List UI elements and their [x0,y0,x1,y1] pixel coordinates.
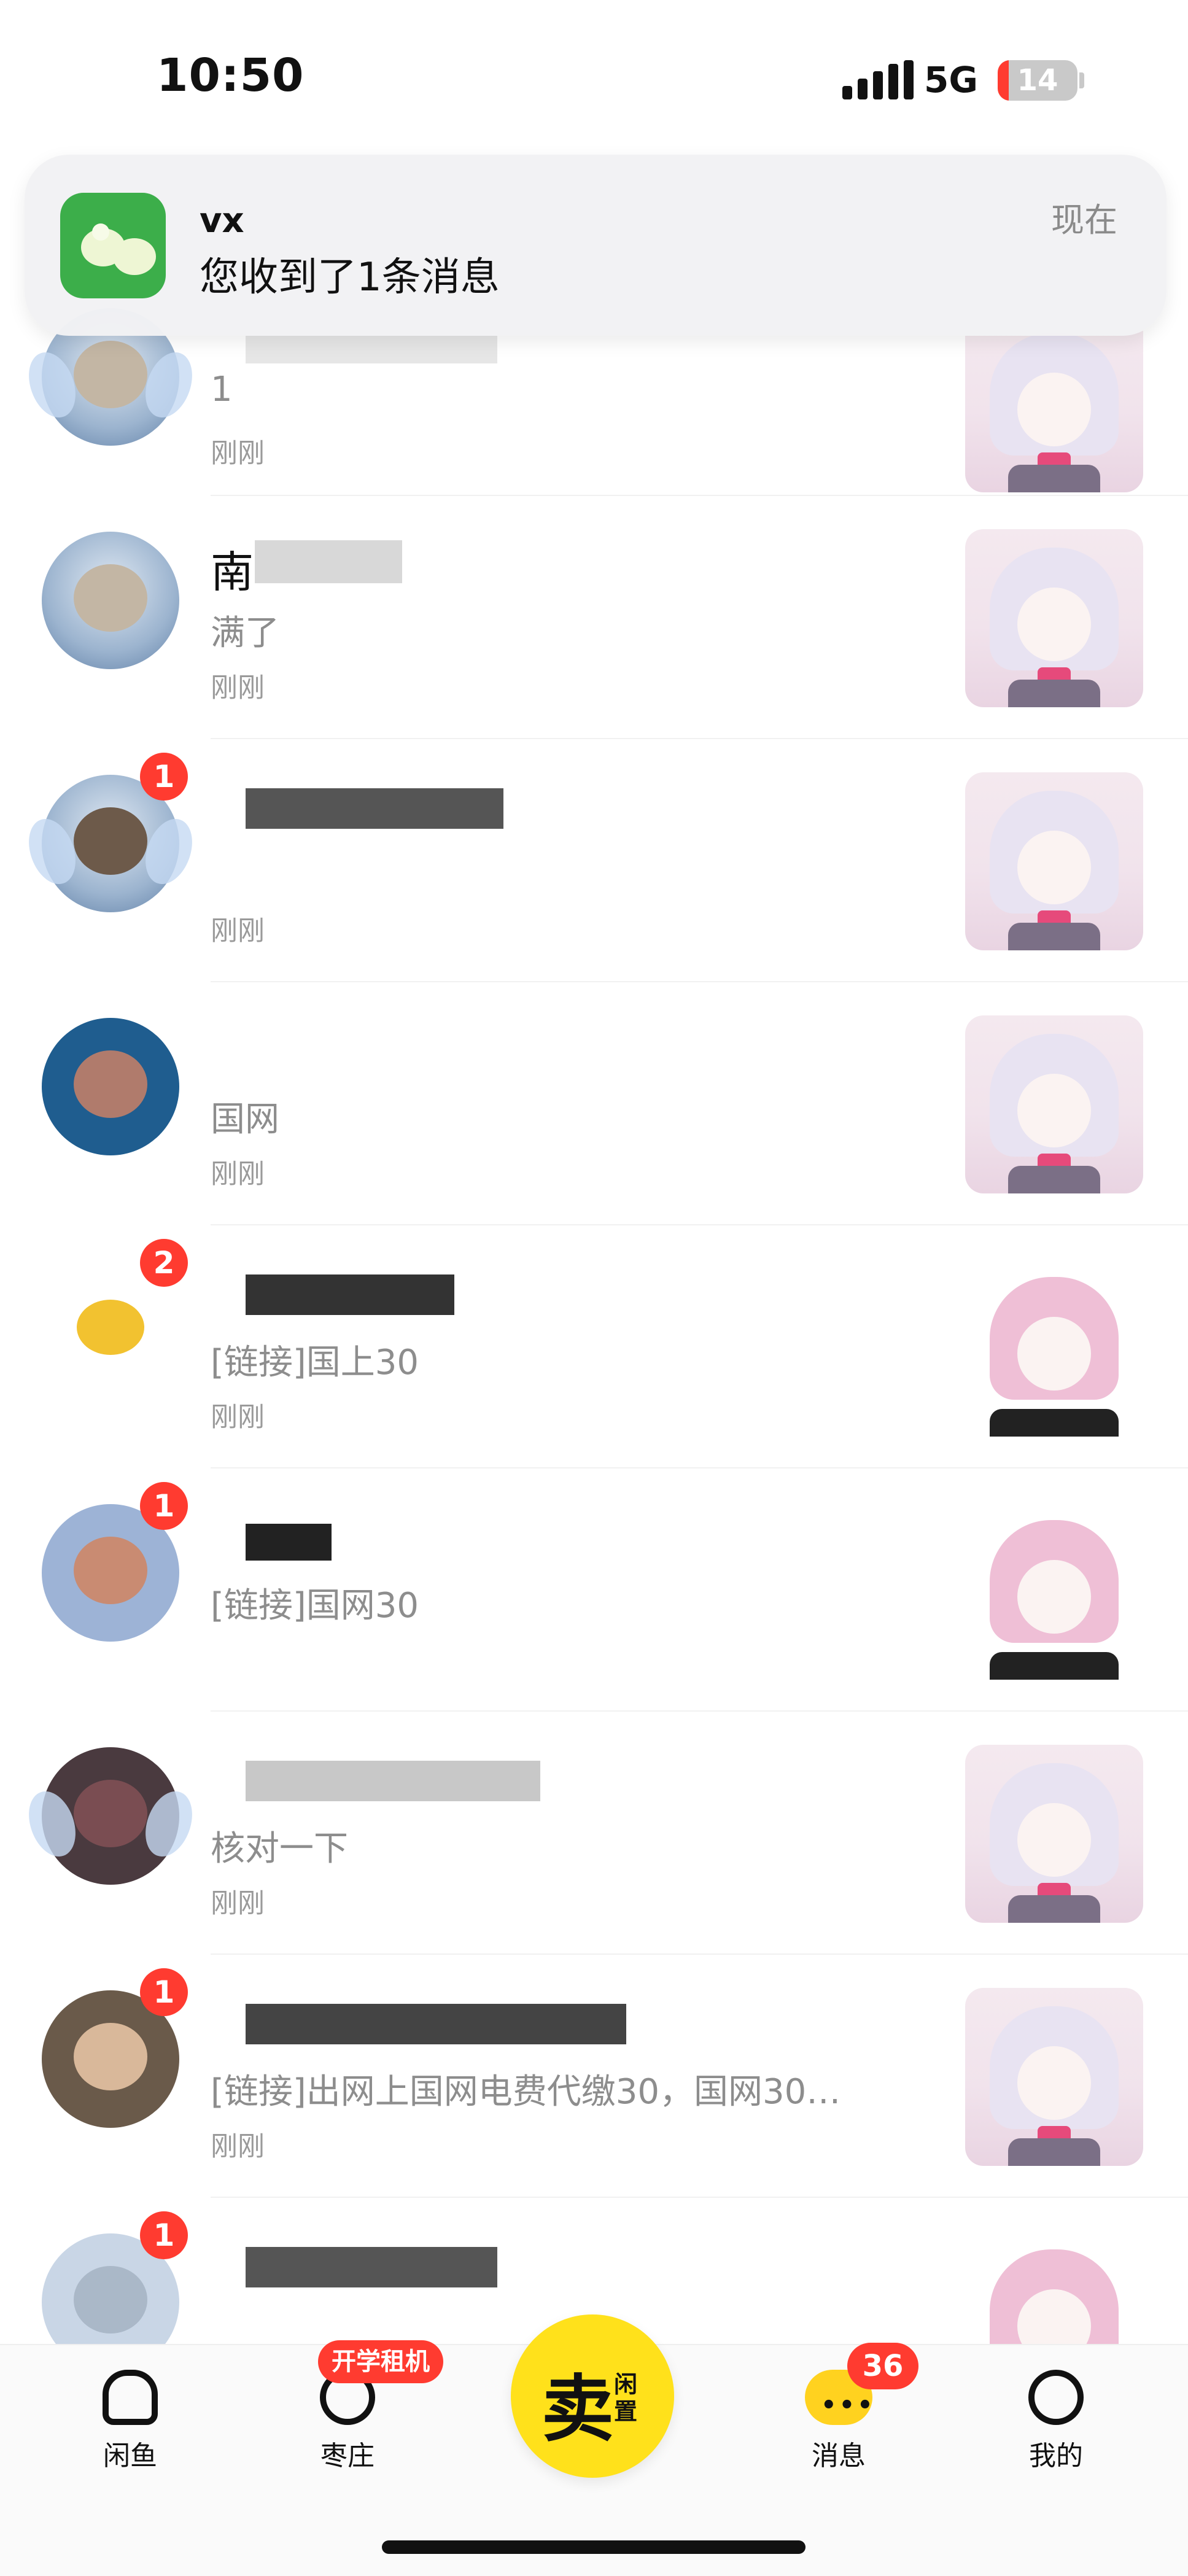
cellular-signal-icon [842,60,914,99]
status-bar: 10:50 5G 14 [0,0,1188,160]
unread-badge: 2 [140,1239,188,1287]
item-thumbnail [965,1259,1143,1437]
pixelated-redaction [246,1761,540,1801]
item-thumbnail [965,314,1143,492]
item-thumbnail [965,1745,1143,1923]
unread-badge: 1 [140,2211,188,2259]
message-time: 刚刚 [211,2131,265,2162]
conversation-row[interactable]: 南 满了 刚刚 [0,496,1188,739]
tab-farm-label: 枣庄 [320,2440,375,2472]
message-time: 刚刚 [211,672,265,704]
battery-percentage: 14 [1017,63,1058,98]
item-thumbnail [965,1502,1143,1680]
sell-button[interactable]: 卖 闲置 [511,2314,674,2478]
notification-app-name: vx [200,201,244,241]
message-preview: [链接]国上30 [211,1343,419,1383]
message-preview: [链接]国网30 [211,1586,419,1626]
tab-home-label: 闲鱼 [103,2440,157,2472]
sell-button-label: 卖 [542,2367,615,2451]
home-indicator[interactable] [382,2540,806,2554]
message-time: 刚刚 [211,1158,265,1190]
messages-unread-badge: 36 [847,2343,918,2389]
tab-profile-label: 我的 [1029,2440,1083,2472]
message-time: 刚刚 [211,915,265,947]
promo-badge[interactable]: 开学租机 [318,2340,443,2383]
unread-badge: 1 [140,1968,188,2016]
pixelated-redaction [246,1524,332,1561]
smiley-profile-icon [1028,2370,1084,2425]
avatar [42,1018,179,1155]
message-preview: 1 [211,370,233,409]
home-icon [103,2370,158,2425]
pixelated-redaction [246,2004,626,2044]
conversation-row[interactable]: 2 [链接]国上30 刚刚 [0,1225,1188,1468]
tab-home[interactable]: 闲鱼 [69,2370,192,2473]
avatar [20,1747,201,1885]
pixelated-redaction [246,788,503,829]
message-preview: 国网 [211,1100,279,1139]
item-thumbnail [965,1988,1143,2166]
item-thumbnail [965,529,1143,707]
conversation-row[interactable]: 1 [链接]国网30 [0,1468,1188,1712]
message-list: 1 刚刚 南 满了 刚刚 1 刚刚 国网 刚刚 2 [链接]国上30 刚刚 1 … [0,253,1188,2441]
conversation-row[interactable]: 1 刚刚 [0,739,1188,982]
sell-button-sublabel: 闲置 [614,2371,638,2425]
network-type: 5G [924,59,978,101]
message-preview: [链接]出网上国网电费代缴30，国网30… [211,2072,841,2112]
item-thumbnail [965,1015,1143,1193]
message-time: 刚刚 [211,1402,265,1433]
tab-farm[interactable]: 枣庄 [286,2370,409,2473]
unread-badge: 1 [140,1482,188,1530]
tab-profile[interactable]: 我的 [995,2370,1117,2473]
conversation-row[interactable]: 1 [链接]出网上国网电费代缴30，国网30… 刚刚 [0,1955,1188,2198]
conversation-row[interactable]: 核对一下 刚刚 [0,1712,1188,1955]
message-preview: 核对一下 [211,1829,348,1869]
message-time: 刚刚 [211,1888,265,1919]
notification-text: 您收到了1条消息 [200,255,500,300]
item-thumbnail [965,772,1143,950]
conversation-name: 南 [211,547,254,597]
battery-tip [1079,72,1084,88]
status-time: 10:50 [157,49,305,102]
notification-banner[interactable]: vx 您收到了1条消息 现在 [25,155,1167,336]
pixelated-redaction [255,540,402,583]
conversation-row[interactable]: 国网 刚刚 [0,982,1188,1225]
battery-icon: 14 [998,60,1077,101]
app-icon [60,193,166,298]
avatar [42,532,179,669]
pixelated-redaction [246,2247,497,2287]
notification-time: 现在 [1051,201,1117,239]
message-preview: 满了 [211,613,279,653]
unread-badge: 1 [140,753,188,801]
tab-messages-label: 消息 [812,2440,866,2472]
pixelated-redaction [246,1274,454,1315]
message-time: 刚刚 [211,438,265,469]
